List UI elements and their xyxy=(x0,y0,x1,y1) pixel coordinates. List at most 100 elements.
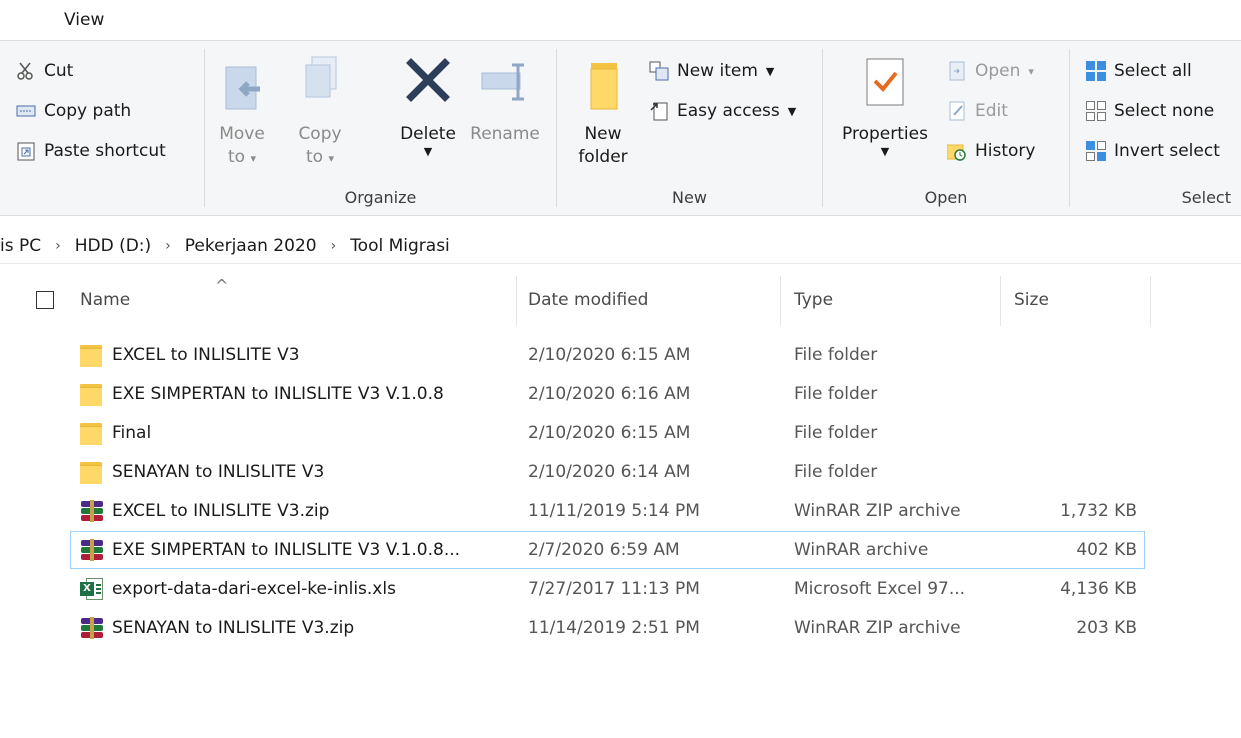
select-all-button[interactable]: Select all xyxy=(1086,61,1192,81)
copy-to-button[interactable]: Copy to ▾ xyxy=(295,53,345,170)
breadcrumb-this-pc[interactable]: is PC xyxy=(0,236,41,256)
file-type: WinRAR ZIP archive xyxy=(794,618,961,638)
cut-button[interactable]: Cut xyxy=(16,61,73,81)
group-clipboard: Cut Copy path Paste shortcut xyxy=(0,41,204,215)
column-header-size[interactable]: Size xyxy=(1014,290,1049,310)
winrar-icon xyxy=(80,538,104,562)
column-divider[interactable] xyxy=(1000,276,1001,326)
file-name: EXE SIMPERTAN to INLISLITE V3 V.1.0.8... xyxy=(112,540,461,560)
breadcrumb-hdd[interactable]: HDD (D:) xyxy=(75,236,151,256)
file-type: WinRAR archive xyxy=(794,540,929,560)
breadcrumb: is PC › HDD (D:) › Pekerjaan 2020 › Tool… xyxy=(0,228,1241,264)
file-name: EXCEL to INLISLITE V3.zip xyxy=(112,501,330,521)
move-to-label-2: to xyxy=(227,147,246,167)
column-header-type[interactable]: Type xyxy=(794,290,833,310)
new-item-button[interactable]: New item ▼ xyxy=(649,61,774,81)
open-label: Open xyxy=(975,61,1021,81)
group-organize: Move to ▾ Copy to ▾ Delete ▼ Rename Orga… xyxy=(205,41,556,215)
history-label: History xyxy=(975,141,1036,161)
breadcrumb-tool-migrasi[interactable]: Tool Migrasi xyxy=(350,236,450,256)
paste-shortcut-button[interactable]: Paste shortcut xyxy=(16,141,166,161)
easy-access-icon xyxy=(649,101,669,121)
properties-icon xyxy=(863,57,907,109)
chevron-right-icon[interactable]: › xyxy=(165,238,171,254)
rename-label: Rename xyxy=(470,124,540,144)
new-item-label: New item xyxy=(677,61,758,81)
edit-label: Edit xyxy=(975,101,1008,121)
file-size: 1,732 KB xyxy=(1060,501,1137,521)
file-date-modified: 11/11/2019 5:14 PM xyxy=(528,501,700,521)
chevron-right-icon[interactable]: › xyxy=(55,238,61,254)
file-name: SENAYAN to INLISLITE V3 xyxy=(112,462,325,482)
chevron-down-icon: ▼ xyxy=(880,145,890,158)
edit-icon xyxy=(947,101,967,121)
invert-selection-label: Invert select xyxy=(1114,141,1220,161)
group-new: New folder New item ▼ Easy access ▼ New xyxy=(557,41,822,215)
invert-selection-icon xyxy=(1086,141,1106,161)
file-name: EXCEL to INLISLITE V3 xyxy=(112,345,300,365)
winrar-icon xyxy=(80,499,104,523)
chevron-right-icon[interactable]: › xyxy=(331,238,337,254)
file-row[interactable]: Xexport-data-dari-excel-ke-inlis.xls 7/27… xyxy=(0,570,1241,609)
paste-shortcut-label: Paste shortcut xyxy=(44,141,166,161)
easy-access-label: Easy access xyxy=(677,101,780,121)
column-header-date[interactable]: Date modified xyxy=(528,290,648,310)
file-size: 4,136 KB xyxy=(1060,579,1137,599)
group-label-organize: Organize xyxy=(344,188,417,207)
file-date-modified: 2/10/2020 6:14 AM xyxy=(528,462,691,482)
file-type: File folder xyxy=(794,423,878,443)
group-open: Properties ▼ Open ▾ Edit History Open xyxy=(823,41,1069,215)
select-all-checkbox[interactable] xyxy=(36,291,54,309)
group-select: Select all Select none Invert select Sel… xyxy=(1070,41,1241,215)
rename-icon xyxy=(478,53,532,115)
file-date-modified: 7/27/2017 11:13 PM xyxy=(528,579,700,599)
column-divider[interactable] xyxy=(1150,276,1151,326)
file-row[interactable]: Final 2/10/2020 6:15 AM File folder xyxy=(0,414,1241,453)
file-date-modified: 2/10/2020 6:16 AM xyxy=(528,384,691,404)
file-row[interactable]: EXCEL to INLISLITE V3.zip 11/11/2019 5:14… xyxy=(0,492,1241,531)
history-icon xyxy=(946,141,967,161)
file-type: WinRAR ZIP archive xyxy=(794,501,961,521)
edit-button[interactable]: Edit xyxy=(947,101,1008,121)
properties-button[interactable]: Properties ▼ xyxy=(835,57,935,158)
breadcrumb-pekerjaan[interactable]: Pekerjaan 2020 xyxy=(185,236,317,256)
file-row[interactable]: EXCEL to INLISLITE V3 2/10/2020 6:15 AM Fi… xyxy=(0,336,1241,375)
history-button[interactable]: History xyxy=(946,141,1036,161)
winrar-icon xyxy=(80,616,104,640)
file-type: File folder xyxy=(794,384,878,404)
copy-path-button[interactable]: Copy path xyxy=(16,101,131,121)
move-to-icon xyxy=(220,53,264,115)
tab-view[interactable]: View xyxy=(64,10,104,30)
group-label-new: New xyxy=(672,188,707,207)
file-row[interactable]: EXE SIMPERTAN to INLISLITE V3 V.1.0.8 2/1… xyxy=(0,375,1241,414)
open-icon xyxy=(947,61,967,81)
copy-to-icon xyxy=(298,53,342,115)
file-row[interactable]: SENAYAN to INLISLITE V3 2/10/2020 6:14 AM… xyxy=(0,453,1241,492)
new-folder-label: New xyxy=(584,124,622,144)
chevron-down-icon: ▼ xyxy=(765,64,775,78)
new-folder-label-2: folder xyxy=(578,147,628,167)
cut-label: Cut xyxy=(44,61,74,81)
copy-path-icon xyxy=(16,101,36,121)
file-date-modified: 2/7/2020 6:59 AM xyxy=(528,540,680,560)
delete-button[interactable]: Delete ▼ xyxy=(395,53,461,158)
file-type: File folder xyxy=(794,462,878,482)
column-divider[interactable] xyxy=(780,276,781,326)
rename-button[interactable]: Rename xyxy=(469,53,541,146)
invert-selection-button[interactable]: Invert select xyxy=(1086,141,1220,161)
select-none-button[interactable]: Select none xyxy=(1086,101,1214,121)
file-type: File folder xyxy=(794,345,878,365)
easy-access-button[interactable]: Easy access ▼ xyxy=(649,101,796,121)
column-divider[interactable] xyxy=(516,276,517,326)
select-none-label: Select none xyxy=(1114,101,1215,121)
move-to-button[interactable]: Move to ▾ xyxy=(217,53,267,170)
chevron-down-icon: ▾ xyxy=(1028,64,1034,78)
new-item-icon xyxy=(649,61,669,81)
chevron-down-icon: ▼ xyxy=(787,104,797,118)
new-folder-button[interactable]: New folder xyxy=(573,55,633,169)
file-row[interactable]: EXE SIMPERTAN to INLISLITE V3 V.1.0.8...… xyxy=(0,531,1241,570)
file-name: EXE SIMPERTAN to INLISLITE V3 V.1.0.8 xyxy=(112,384,444,404)
file-row[interactable]: SENAYAN to INLISLITE V3.zip 11/14/2019 2:… xyxy=(0,609,1241,648)
column-header-name[interactable]: Name xyxy=(80,290,130,310)
open-button[interactable]: Open ▾ xyxy=(947,61,1034,81)
